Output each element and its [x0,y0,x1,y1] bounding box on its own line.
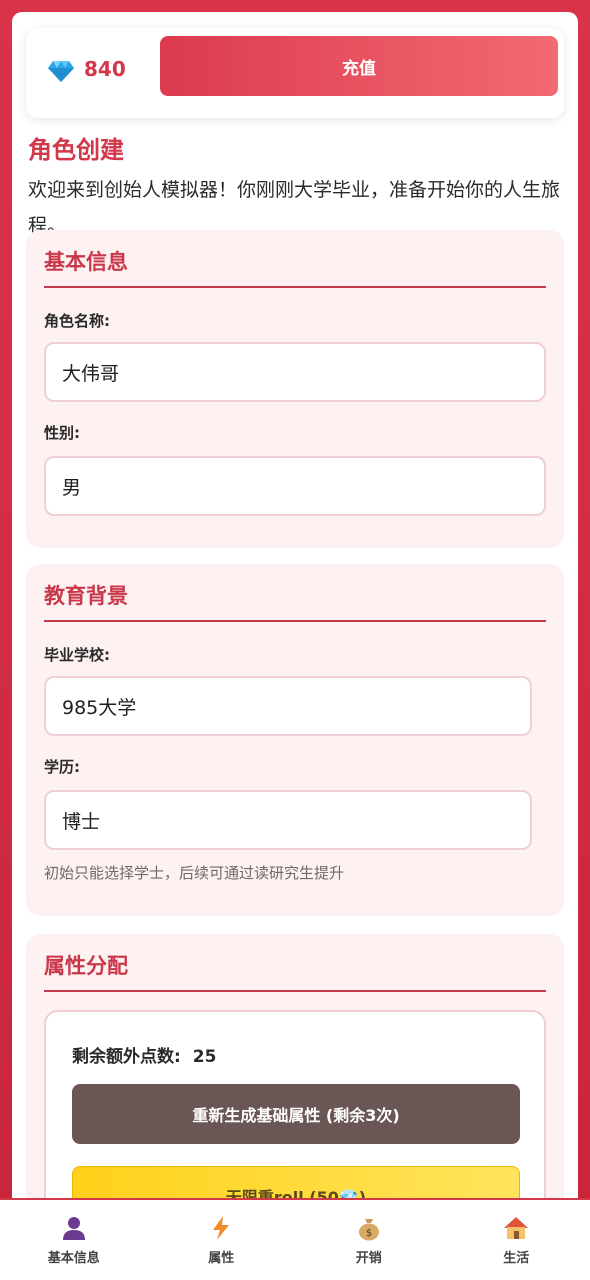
balance-bar: 840 充值 [26,28,564,118]
gender-label: 性别: [44,424,80,442]
app-page: 840 充值 角色创建 欢迎来到创始人模拟器！你刚刚大学毕业，准备开始你的人生旅… [0,0,590,1280]
page-title: 角色创建 [28,136,124,164]
divider [44,990,546,992]
person-icon [62,1216,85,1240]
nav-item-expenses[interactable]: $ 开销 [295,1200,443,1280]
degree-select[interactable]: 博士 [44,790,532,850]
nav-label: 基本信息 [47,1250,100,1266]
divider [44,620,546,622]
attributes-title: 属性分配 [44,954,128,978]
recharge-button[interactable]: 充值 [160,36,558,96]
nav-label: 生活 [503,1250,530,1266]
degree-hint: 初始只能选择学士，后续可通过读研究生提升 [44,864,345,882]
money-bag-icon: $ [358,1218,379,1240]
house-icon [504,1216,529,1239]
name-input[interactable]: 大伟哥 [44,342,546,402]
remaining-points: 剩余额外点数: 25 [72,1042,216,1067]
reroll-button[interactable]: 重新生成基础属性 (剩余3次) [72,1084,520,1144]
degree-label: 学历: [44,758,80,776]
education-card: 教育背景 毕业学校: 985大学 学历: 博士 初始只能选择学士，后续可通过读研… [26,564,564,916]
attribute-panel: 剩余额外点数: 25 重新生成基础属性 (剩余3次) 无限重roll (50💎) [44,1010,546,1212]
nav-item-life[interactable]: 生活 [443,1200,590,1280]
bottom-nav: 基本信息 属性 $ 开销 生活 [0,1198,590,1280]
nav-item-attributes[interactable]: 属性 [148,1200,296,1280]
divider [44,286,546,288]
diamond-icon [48,61,74,82]
points-value: 25 [192,1047,217,1067]
school-select[interactable]: 985大学 [44,676,532,736]
lightning-icon [213,1215,230,1240]
nav-label: 属性 [208,1250,235,1266]
nav-label: 开销 [355,1250,382,1266]
school-label: 毕业学校: [44,646,110,664]
education-title: 教育背景 [44,584,128,608]
name-label: 角色名称: [44,312,110,330]
nav-item-basic-info[interactable]: 基本信息 [0,1200,148,1280]
basic-info-card: 基本信息 角色名称: 大伟哥 性别: 男 [26,230,564,548]
gender-select[interactable]: 男 [44,456,546,516]
attributes-card: 属性分配 剩余额外点数: 25 重新生成基础属性 (剩余3次) 无限重roll … [26,934,564,1212]
main-sheet: 840 充值 角色创建 欢迎来到创始人模拟器！你刚刚大学毕业，准备开始你的人生旅… [12,12,578,1212]
points-label: 剩余额外点数: [72,1047,181,1067]
diamond-balance: 840 [84,57,126,81]
basic-info-title: 基本信息 [44,250,128,274]
svg-text:$: $ [366,1228,372,1239]
